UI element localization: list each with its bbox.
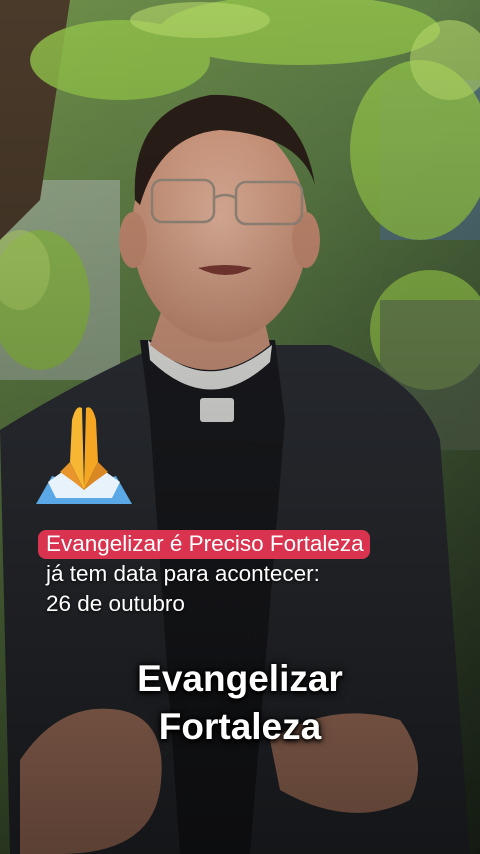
- caption-line-3: 26 de outubro: [46, 591, 185, 616]
- folded-hands-icon: [36, 407, 132, 504]
- video-frame: Evangelizar é Preciso Fortaleza já tem d…: [0, 0, 480, 854]
- subtitle: Evangelizar Fortaleza: [0, 655, 480, 751]
- caption-highlight: Evangelizar é Preciso Fortaleza: [38, 530, 370, 559]
- caption-line-2: já tem data para acontecer:: [46, 561, 320, 586]
- caption-block: Evangelizar é Preciso Fortaleza já tem d…: [38, 530, 458, 619]
- subtitle-line-1: Evangelizar: [137, 658, 343, 699]
- subtitle-line-2: Fortaleza: [158, 706, 322, 747]
